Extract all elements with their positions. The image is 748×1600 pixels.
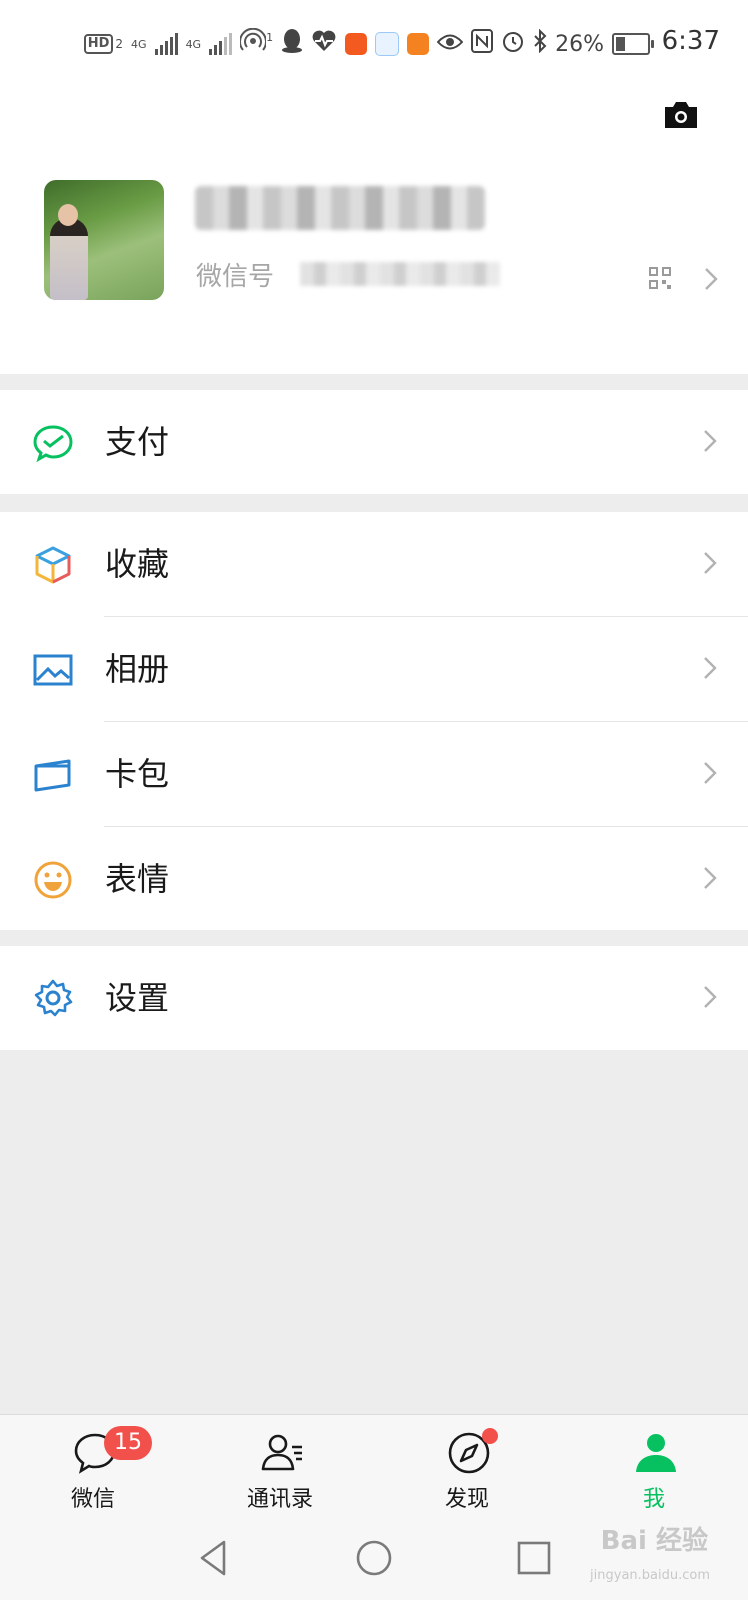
battery-icon	[612, 33, 654, 55]
bluetooth-icon	[533, 28, 547, 59]
smiley-icon	[33, 860, 73, 900]
battery-percent: 26%	[555, 31, 604, 57]
tab-label: 微信	[70, 1487, 115, 1512]
menu-group-main: 收藏 相册 卡包 表情	[0, 512, 748, 930]
menu-item-cards[interactable]: 卡包	[0, 722, 748, 826]
nfc-icon	[471, 29, 494, 59]
qr-code-icon[interactable]	[648, 266, 672, 290]
photo-album-icon	[33, 650, 73, 690]
hotspot-icon	[239, 27, 268, 60]
clock: 6:37	[661, 26, 720, 56]
nickname-redacted	[195, 186, 485, 230]
menu-item-pay[interactable]: 支付	[0, 390, 748, 494]
tab-label: 通讯录	[246, 1487, 313, 1512]
gear-icon	[33, 979, 73, 1019]
contacts-icon	[260, 1431, 304, 1475]
cube-icon	[33, 545, 73, 585]
tab-contacts[interactable]: 通讯录	[220, 1415, 340, 1519]
alarm-icon	[501, 29, 525, 59]
signal-icon-2	[209, 33, 233, 55]
tab-me[interactable]: 我	[594, 1415, 714, 1519]
discover-red-dot	[482, 1428, 498, 1444]
menu-item-label: 收藏	[105, 545, 170, 583]
network-type-2: 4G	[185, 37, 202, 51]
menu-item-label: 相册	[105, 650, 170, 688]
wechat-id-redacted	[300, 262, 500, 286]
chevron-right-icon	[702, 428, 718, 458]
watermark-logo: Bai 经验	[600, 1526, 708, 1556]
menu-item-label: 设置	[105, 979, 170, 1017]
network-type-1: 4G	[131, 37, 147, 51]
avatar-face	[58, 204, 78, 226]
menu-item-label: 支付	[105, 423, 170, 461]
pay-icon	[33, 423, 73, 463]
chevron-right-icon	[703, 266, 719, 292]
watermark-url: jingyan.baidu.com	[590, 1568, 710, 1583]
chevron-right-icon	[702, 984, 718, 1014]
menu-item-album[interactable]: 相册	[0, 617, 748, 721]
chevron-right-icon	[702, 550, 718, 580]
menu-item-stickers[interactable]: 表情	[0, 827, 748, 931]
camera-icon[interactable]	[662, 100, 700, 130]
chevron-right-icon	[702, 760, 718, 790]
eye-icon	[436, 32, 464, 57]
menu-item-favorites[interactable]: 收藏	[0, 512, 748, 616]
menu-item-settings[interactable]: 设置	[0, 946, 748, 1050]
home-icon[interactable]	[354, 1538, 394, 1578]
recents-icon[interactable]	[514, 1538, 554, 1578]
health-icon	[311, 29, 337, 59]
avatar[interactable]	[44, 180, 164, 300]
chevron-right-icon	[702, 865, 718, 895]
qq-icon	[281, 28, 303, 60]
menu-group-pay: 支付	[0, 390, 748, 494]
signal-icon	[154, 33, 178, 55]
back-icon[interactable]	[194, 1538, 234, 1578]
menu-item-label: 卡包	[105, 755, 170, 793]
avatar-figure	[50, 218, 88, 300]
tab-discover[interactable]: 发现	[407, 1415, 527, 1519]
tab-label: 发现	[444, 1487, 489, 1512]
menu-group-settings: 设置	[0, 946, 748, 1050]
wechat-id-label: 微信号	[196, 262, 275, 292]
person-icon	[634, 1431, 678, 1475]
unread-badge: 15	[104, 1426, 152, 1460]
chevron-right-icon	[702, 655, 718, 685]
status-icons: HD 2 4G 4G 1 26%	[83, 27, 654, 60]
hd-icon: HD	[83, 34, 114, 54]
menu-item-label: 表情	[105, 860, 170, 898]
browser-app-icon	[375, 32, 400, 56]
card-wallet-icon	[33, 755, 73, 795]
tab-label: 我	[642, 1487, 665, 1512]
video-app-icon	[345, 33, 368, 55]
uc-app-icon	[407, 33, 430, 55]
